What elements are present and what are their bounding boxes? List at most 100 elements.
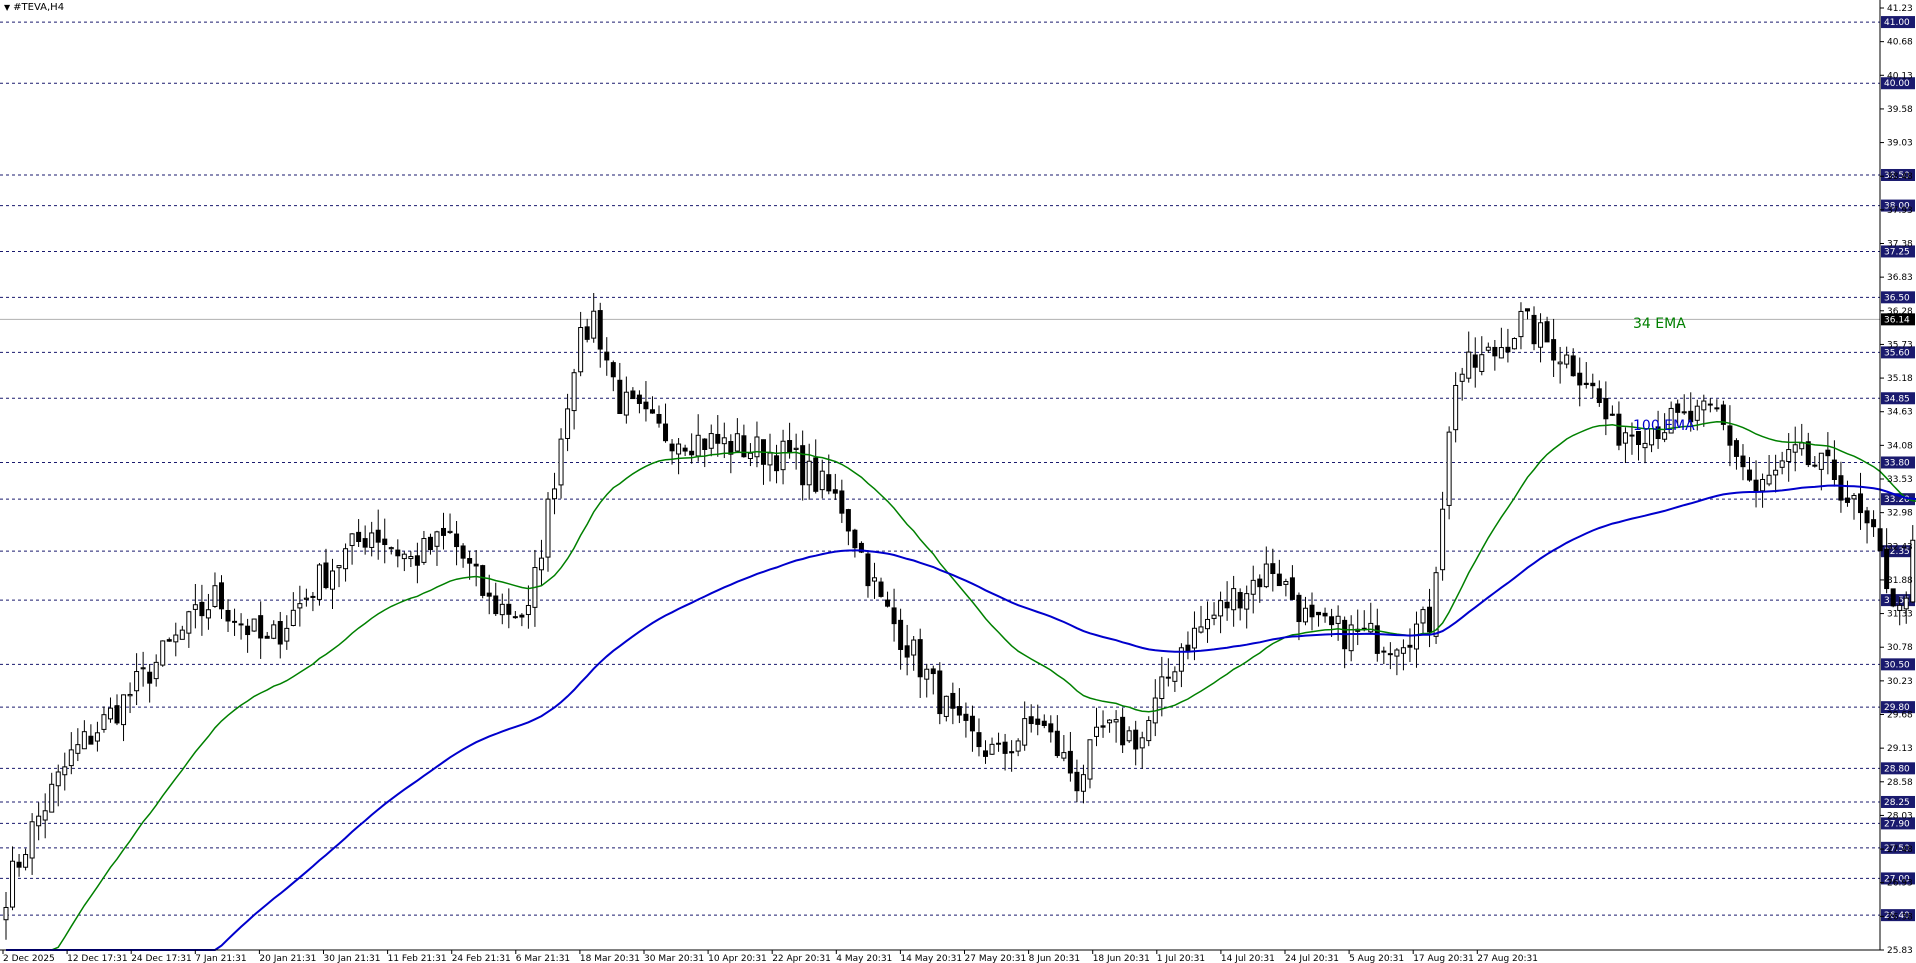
candle-body: [1838, 475, 1844, 501]
candle-body: [323, 562, 329, 589]
candle-body: [388, 547, 394, 550]
time-tick-label: 14 May 20:31: [900, 954, 962, 963]
price-tick-label: 31.88: [1887, 576, 1913, 586]
price-tick-label: 36.83: [1887, 273, 1913, 283]
candle-body: [636, 394, 642, 404]
candle-body: [1831, 459, 1837, 481]
candle-body: [708, 433, 714, 449]
candle-body: [682, 447, 688, 452]
candle-body: [1407, 644, 1413, 648]
candle-body: [1302, 607, 1308, 623]
candle-body: [356, 531, 362, 543]
candle-body: [741, 435, 747, 458]
candle-body: [153, 661, 159, 680]
ema100-label: 100 EMA: [1633, 418, 1695, 434]
candle-body: [271, 624, 277, 639]
candle-body: [460, 545, 466, 559]
candle-body: [676, 443, 682, 455]
candle-body: [427, 536, 433, 551]
time-tick-label: 24 Feb 21:31: [452, 954, 511, 963]
time-tick-label: 22 Apr 20:31: [772, 954, 831, 963]
candle-body: [1786, 449, 1792, 462]
candle-body: [1492, 346, 1498, 357]
candle-body: [1087, 739, 1093, 780]
candle-body: [212, 585, 218, 607]
price-tick-label: 35.73: [1887, 340, 1913, 350]
price-tick-label: 29.68: [1887, 711, 1913, 721]
candle-body: [480, 565, 486, 596]
candle-body: [1387, 653, 1393, 656]
candle-body: [1740, 455, 1746, 468]
candle-body: [1858, 493, 1864, 514]
price-tick-label: 38.48: [1887, 172, 1913, 182]
price-tick-label: 30.78: [1887, 643, 1913, 653]
candle-body: [1172, 671, 1178, 682]
candle-body: [1309, 604, 1315, 618]
candle-body: [1616, 413, 1622, 446]
candle-body: [421, 538, 427, 563]
candle-body: [1760, 478, 1766, 492]
candle-body: [1139, 737, 1145, 749]
candle-body: [277, 621, 283, 645]
candle-body: [23, 854, 29, 868]
candle-body: [362, 538, 368, 548]
candle-body: [1237, 592, 1243, 609]
candle-body: [1714, 407, 1720, 410]
price-tick-label: 26.38: [1887, 912, 1913, 922]
candles-layer: [3, 292, 1916, 940]
candle-body: [343, 548, 349, 570]
candle-body: [584, 326, 590, 340]
candle-body: [94, 732, 100, 742]
time-tick-label: 14 Jul 20:31: [1221, 954, 1275, 963]
candle-body: [1257, 578, 1263, 588]
candle-body: [127, 693, 133, 697]
price-tick-label: 25.83: [1887, 946, 1913, 956]
candle-body: [525, 604, 531, 616]
candle-body: [134, 671, 140, 692]
candle-body: [1159, 676, 1165, 700]
candle-body: [1381, 650, 1387, 653]
candle-body: [604, 351, 610, 361]
price-tick-label: 32.43: [1887, 542, 1913, 552]
candle-body: [1427, 606, 1433, 633]
candle-body: [845, 509, 851, 532]
time-tick-label: 12 Dec 17:31: [67, 954, 128, 963]
candle-body: [983, 750, 988, 757]
level-tag-label: 28.80: [1884, 764, 1910, 774]
candle-body: [1250, 579, 1256, 595]
candle-body: [1420, 609, 1426, 624]
candle-body: [1165, 676, 1171, 679]
price-chart[interactable]: 41.0040.0038.5038.0037.2536.5035.6034.85…: [0, 0, 1916, 963]
candle-body: [950, 692, 956, 709]
candle-body: [1433, 572, 1439, 637]
level-tag-label: 28.25: [1884, 798, 1910, 808]
candle-body: [545, 498, 551, 558]
candle-body: [1094, 726, 1100, 737]
candle-body: [1348, 624, 1354, 652]
candle-body: [81, 731, 87, 750]
price-tick-label: 39.58: [1887, 105, 1913, 115]
candle-body: [179, 629, 185, 640]
candle-body: [610, 362, 616, 378]
candle-body: [1629, 434, 1635, 437]
candle-body: [499, 603, 505, 616]
candle-body: [1681, 411, 1687, 414]
level-tag-label: 30.50: [1884, 660, 1910, 670]
candle-body: [826, 474, 832, 492]
candle-body: [186, 611, 192, 634]
candle-body: [1002, 741, 1008, 754]
candle-body: [1191, 627, 1197, 649]
candle-body: [42, 810, 48, 821]
time-tick-label: 27 Aug 20:31: [1477, 954, 1538, 963]
candle-body: [1603, 398, 1609, 420]
candle-body: [780, 440, 786, 471]
candle-body: [956, 706, 962, 716]
candle-body: [1557, 361, 1563, 365]
candle-body: [140, 667, 146, 670]
candle-body: [1498, 347, 1504, 359]
price-tick-label: 28.03: [1887, 811, 1913, 821]
candle-body: [1035, 718, 1041, 725]
candle-body: [898, 619, 904, 650]
candle-body: [199, 601, 205, 617]
candle-body: [1446, 431, 1452, 506]
